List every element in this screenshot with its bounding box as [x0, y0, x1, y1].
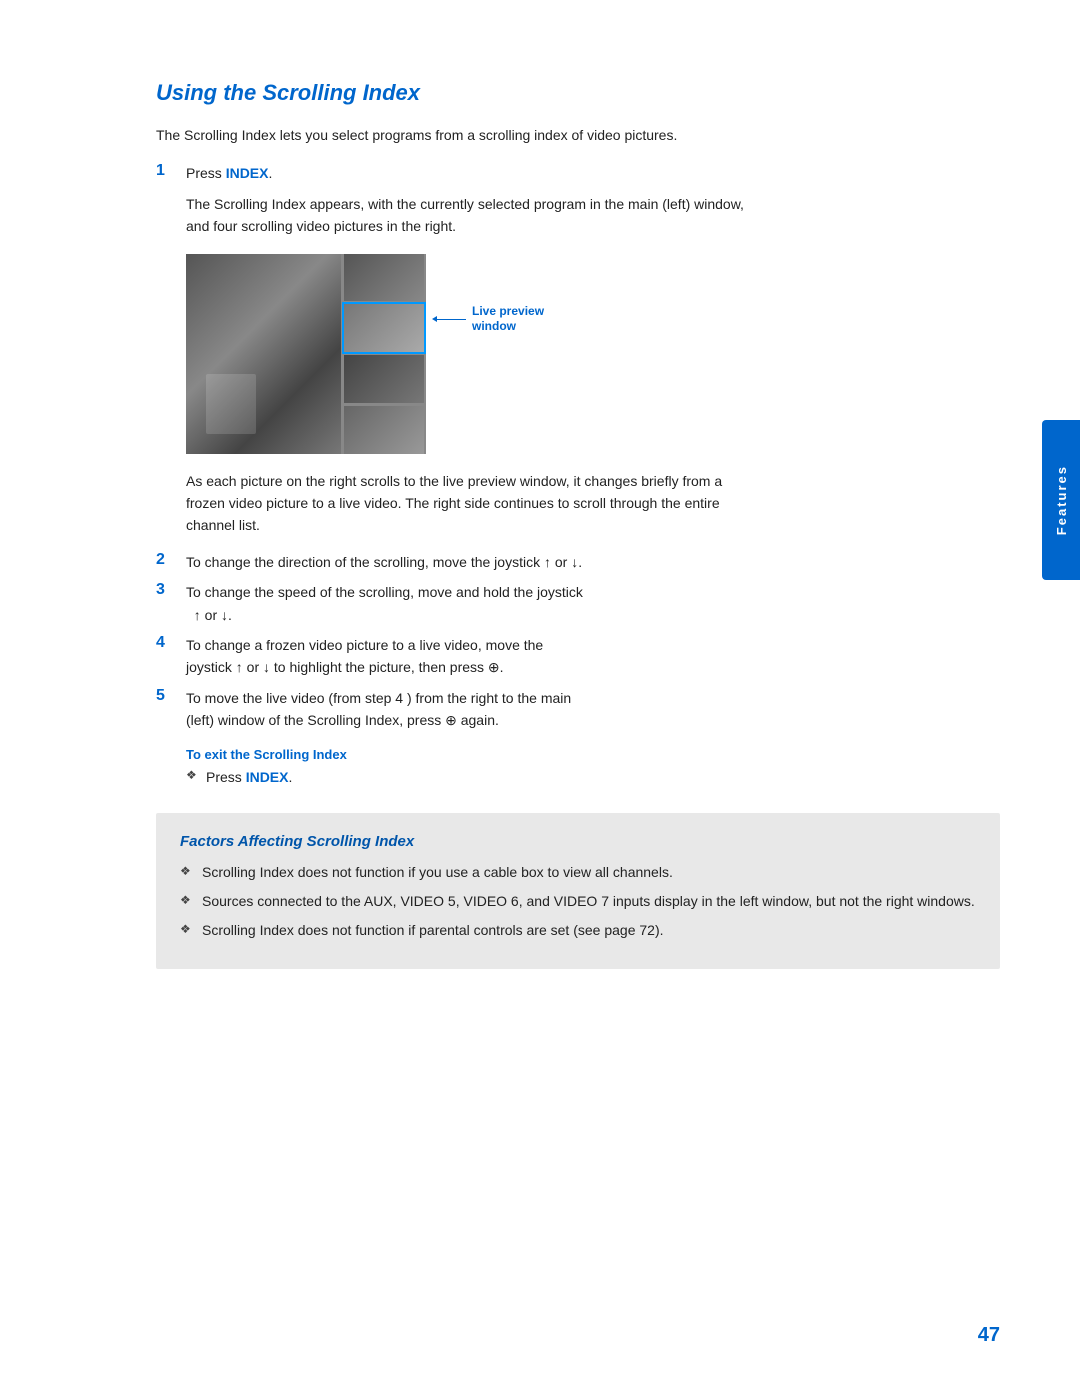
live-preview-label: Live previewwindow [472, 304, 544, 335]
step-4-row: 4 To change a frozen video picture to a … [156, 634, 1000, 679]
exit-bullet-row: ❖ Press INDEX. [186, 766, 1000, 788]
callout-line: Live previewwindow [436, 304, 544, 335]
step-1-number: 1 [156, 162, 186, 180]
exit-section: To exit the Scrolling Index ❖ Press INDE… [156, 747, 1000, 788]
factors-title: Factors Affecting Scrolling Index [180, 833, 976, 850]
exit-keyword: INDEX [246, 769, 289, 785]
factors-bullet-text-2: Sources connected to the AUX, VIDEO 5, V… [202, 891, 976, 912]
callout-arrow-icon [436, 319, 466, 320]
factors-bullet-text-3: Scrolling Index does not function if par… [202, 920, 976, 941]
step-1-container: 1 Press INDEX. The Scrolling Index appea… [156, 162, 1000, 237]
exit-heading: To exit the Scrolling Index [186, 747, 1000, 762]
section-title: Using the Scrolling Index [156, 80, 1000, 106]
step-5-number: 5 [156, 687, 186, 705]
after-image-text: As each picture on the right scrolls to … [186, 470, 746, 537]
step-2-row: 2 To change the direction of the scrolli… [156, 551, 1000, 573]
factors-bullet-1: ❖ Scrolling Index does not function if y… [180, 862, 976, 883]
step-1-detail: The Scrolling Index appears, with the cu… [186, 193, 746, 238]
factors-bullet-text-1: Scrolling Index does not function if you… [202, 862, 976, 883]
intro-text: The Scrolling Index lets you select prog… [156, 124, 756, 146]
step-1-text: Press INDEX. [186, 162, 1000, 184]
thumb-1 [344, 254, 424, 302]
thumb-4 [344, 406, 424, 454]
step-1-keyword: INDEX [226, 165, 269, 181]
features-tab-label: Features [1054, 465, 1069, 535]
factors-bullet-icon-1: ❖ [180, 862, 202, 878]
features-side-tab: Features [1042, 420, 1080, 580]
factors-bullet-2: ❖ Sources connected to the AUX, VIDEO 5,… [180, 891, 976, 912]
thumb-2-highlighted [344, 304, 424, 352]
factors-bullet-icon-2: ❖ [180, 891, 202, 907]
step-3-number: 3 [156, 581, 186, 599]
step-4-text: To change a frozen video picture to a li… [186, 634, 1000, 679]
step-5-row: 5 To move the live video (from step 4 ) … [156, 687, 1000, 732]
scrolling-index-image [186, 254, 426, 454]
exit-bullet-text: Press INDEX. [206, 766, 1000, 788]
scrolling-index-image-area: Live previewwindow [186, 254, 1000, 454]
page-container: Features Using the Scrolling Index The S… [0, 0, 1080, 1397]
index-image-inner [186, 254, 426, 454]
live-preview-callout: Live previewwindow [436, 254, 544, 335]
page-number: 47 [978, 1324, 1000, 1347]
factors-bullet-3: ❖ Scrolling Index does not function if p… [180, 920, 976, 941]
step-2-text: To change the direction of the scrolling… [186, 551, 1000, 573]
step-3-text: To change the speed of the scrolling, mo… [186, 581, 1000, 626]
factors-bullet-icon-3: ❖ [180, 920, 202, 936]
step-1-row: 1 Press INDEX. [156, 162, 1000, 184]
step-4-number: 4 [156, 634, 186, 652]
step-2-number: 2 [156, 551, 186, 569]
step-3-row: 3 To change the speed of the scrolling, … [156, 581, 1000, 626]
factors-box: Factors Affecting Scrolling Index ❖ Scro… [156, 813, 1000, 969]
main-video-panel [186, 254, 341, 454]
thumbnail-panel [344, 254, 424, 454]
main-content: Using the Scrolling Index The Scrolling … [156, 80, 1000, 969]
thumb-3 [344, 355, 424, 403]
step-5-text: To move the live video (from step 4 ) fr… [186, 687, 1000, 732]
exit-bullet-icon: ❖ [186, 766, 206, 782]
